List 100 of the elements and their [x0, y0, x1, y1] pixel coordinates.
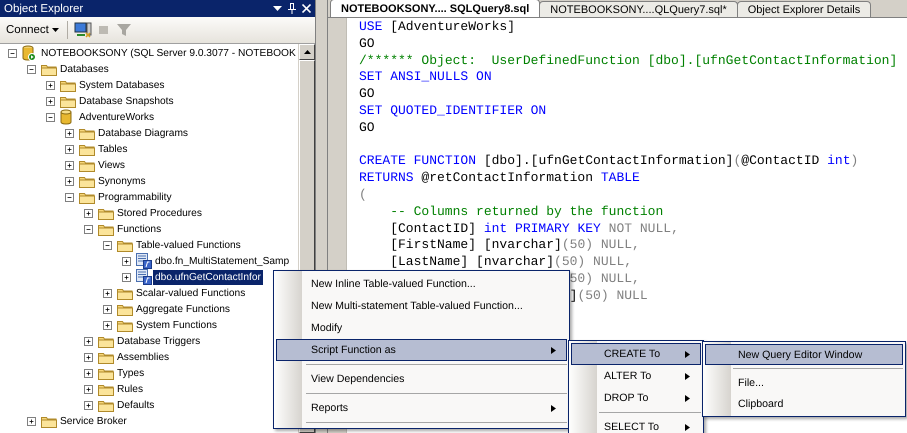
- expand-icon[interactable]: [84, 368, 93, 378]
- tree-item[interactable]: Database Snapshots: [77, 94, 176, 108]
- editor-tab[interactable]: Object Explorer Details: [736, 1, 872, 17]
- expand-icon[interactable]: [84, 400, 93, 410]
- expand-icon[interactable]: [65, 128, 74, 138]
- folder-icon: [41, 62, 57, 76]
- collapse-icon[interactable]: [27, 64, 36, 74]
- folder-icon: [98, 382, 114, 396]
- menu-item[interactable]: New Inline Table-valued Function...: [276, 273, 567, 295]
- scroll-up-button[interactable]: [299, 44, 315, 60]
- tree-item[interactable]: Databases: [58, 62, 111, 76]
- expand-icon[interactable]: [84, 352, 93, 362]
- close-icon[interactable]: [302, 4, 311, 13]
- collapse-icon[interactable]: [103, 240, 112, 250]
- menu-item[interactable]: Reports: [276, 397, 567, 419]
- expand-icon[interactable]: [122, 256, 131, 266]
- expand-icon[interactable]: [103, 304, 112, 314]
- tree-item[interactable]: Stored Procedures: [115, 206, 204, 220]
- tree-item[interactable]: Assemblies: [115, 350, 172, 364]
- expand-icon[interactable]: [84, 208, 93, 218]
- dropdown-icon[interactable]: [273, 6, 282, 11]
- database-icon: [60, 109, 72, 125]
- tree-item[interactable]: Tables: [96, 142, 130, 156]
- folder-icon: [98, 350, 114, 364]
- editor-tab[interactable]: NOTEBOOKSONY.... SQLQuery8.sql: [330, 0, 540, 17]
- collapse-icon[interactable]: [84, 224, 93, 234]
- tree-item[interactable]: Types: [115, 366, 146, 380]
- collapse-icon[interactable]: [8, 48, 17, 58]
- expand-icon[interactable]: [65, 144, 74, 154]
- menu-item[interactable]: SELECT To: [571, 416, 701, 433]
- code-line: ](50) NULL: [570, 288, 648, 305]
- dropdown-icon: [52, 28, 59, 32]
- menu-item[interactable]: New Multi-statement Table-valued Function...: [276, 295, 567, 317]
- tree-item[interactable]: Synonyms: [96, 174, 148, 188]
- tree-item[interactable]: Database Triggers: [115, 334, 202, 348]
- menu-item[interactable]: File...: [705, 372, 903, 393]
- up-arrow-icon: [304, 50, 310, 54]
- code-line: USE [AdventureWorks]: [359, 19, 516, 36]
- connect-button[interactable]: Connect: [4, 22, 61, 38]
- menu-item[interactable]: Modify: [276, 317, 567, 339]
- menu-item[interactable]: Clipboard: [705, 393, 903, 414]
- tree-item[interactable]: dbo.ufnGetContactInfor: [153, 270, 263, 284]
- code-line: [LastName] [nvarchar](50) NULL,: [390, 254, 632, 271]
- code-line: SET ANSI_NULLS ON: [359, 69, 492, 86]
- collapse-icon[interactable]: [46, 112, 55, 122]
- expand-icon[interactable]: [65, 160, 74, 170]
- tree-item[interactable]: dbo.fn_MultiStatement_Samp: [153, 254, 292, 268]
- function-icon: [136, 253, 152, 269]
- code-line: CREATE FUNCTION [dbo].[ufnGetContactInformation](@ContactID int): [359, 153, 858, 170]
- code-line: GO: [359, 36, 375, 53]
- tree-item[interactable]: Functions: [115, 222, 164, 236]
- folder-icon: [98, 334, 114, 348]
- tree-item[interactable]: Scalar-valued Functions: [134, 286, 248, 300]
- menu-item[interactable]: New Query Editor Window: [705, 344, 903, 365]
- menu-item[interactable]: View Dependencies: [276, 368, 567, 390]
- menu-item[interactable]: DROP To: [571, 387, 701, 409]
- expand-icon[interactable]: [84, 384, 93, 394]
- tree-item[interactable]: AdventureWorks: [77, 110, 156, 124]
- submenu-arrow-icon: [685, 424, 690, 430]
- folder-icon: [79, 190, 95, 204]
- folder-icon: [79, 142, 95, 156]
- menu-item[interactable]: Script Function as: [276, 339, 567, 361]
- code-line: -- Columns returned by the function: [390, 204, 664, 221]
- server-icon: [22, 45, 36, 61]
- editor-tab[interactable]: NOTEBOOKSONY....QLQuery7.sql*: [539, 1, 738, 17]
- tree-item[interactable]: Views: [96, 158, 127, 172]
- tree-item[interactable]: NOTEBOOKSONY (SQL Server 9.0.3077 - NOTEBOOK: [39, 46, 298, 60]
- tree-item[interactable]: System Functions: [134, 318, 219, 332]
- expand-icon[interactable]: [27, 416, 36, 426]
- folder-icon: [79, 126, 95, 140]
- tree-item[interactable]: Table-valued Functions: [134, 238, 243, 252]
- expand-icon[interactable]: [46, 96, 55, 106]
- tree-item[interactable]: Programmability: [96, 190, 174, 204]
- submenu-arrow-icon: [685, 394, 690, 402]
- tree-item[interactable]: Database Diagrams: [96, 126, 190, 140]
- computer-icon[interactable]: [74, 22, 92, 38]
- tree-item[interactable]: Aggregate Functions: [134, 302, 232, 316]
- tree-item[interactable]: Rules: [115, 382, 146, 396]
- tree-item[interactable]: Defaults: [115, 398, 156, 412]
- submenu-arrow-icon: [685, 350, 690, 358]
- expand-icon[interactable]: [46, 80, 55, 90]
- menu-item[interactable]: CREATE To: [571, 343, 701, 365]
- folder-icon: [79, 174, 95, 188]
- pin-icon[interactable]: [288, 3, 296, 14]
- menu-item[interactable]: ALTER To: [571, 365, 701, 387]
- folder-icon: [79, 158, 95, 172]
- code-line: /****** Object: UserDefinedFunction [dbo].[ufnGetContactInformation]: [359, 52, 898, 70]
- expand-icon[interactable]: [103, 320, 112, 330]
- expand-icon[interactable]: [84, 336, 93, 346]
- expand-icon[interactable]: [122, 272, 131, 282]
- folder-icon: [117, 302, 133, 316]
- folder-icon: [117, 318, 133, 332]
- expand-icon[interactable]: [65, 176, 74, 186]
- function-icon: [136, 269, 152, 285]
- collapse-icon[interactable]: [65, 192, 74, 202]
- code-line: [ContactID] int PRIMARY KEY NOT NULL,: [390, 220, 679, 238]
- tree-item[interactable]: System Databases: [77, 78, 166, 92]
- expand-icon[interactable]: [103, 288, 112, 298]
- tree-item[interactable]: Service Broker: [58, 414, 129, 428]
- code-line: RETURNS @retContactInformation TABLE: [359, 170, 640, 187]
